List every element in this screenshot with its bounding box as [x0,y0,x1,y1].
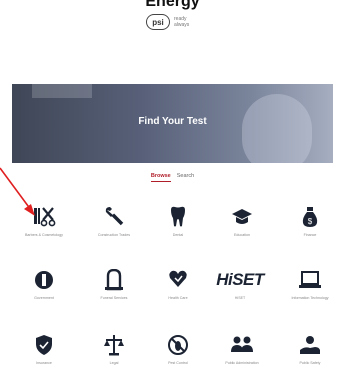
annotation-arrow-icon [0,167,35,216]
